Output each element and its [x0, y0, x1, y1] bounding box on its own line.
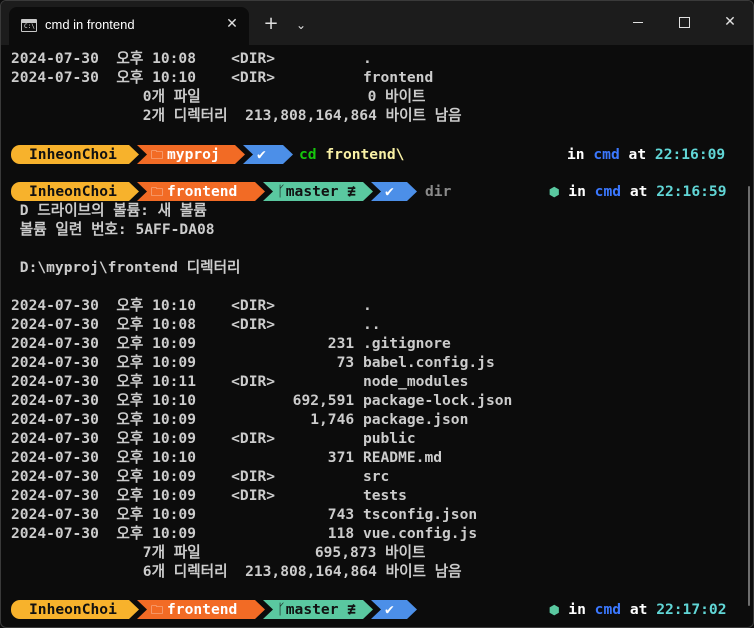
rp-time: 22:16:59 [656, 183, 727, 200]
minimize-button[interactable] [615, 1, 661, 45]
prompt-dir: myproj [167, 146, 220, 163]
prompt-line: InheonChoi 🗀 myproj ✔ cd frontend\ in cmd… [11, 145, 741, 164]
git-branch: master ≢ [285, 183, 357, 200]
rp-time: 22:16:09 [654, 146, 726, 163]
listing-row: 2024-07-30 오후 10:11 <DIR> node_modules [11, 373, 469, 390]
listing-row: 2024-07-30 오후 10:09 118 vue.config.js [11, 525, 478, 542]
rp-at: at [628, 146, 647, 163]
tab-title: cmd in frontend [45, 17, 135, 32]
cmd-terminal-icon: C:\ [21, 19, 37, 32]
folder-icon: 🗀 [151, 148, 164, 162]
nodejs-icon: ⬢ [549, 185, 560, 199]
prompt-user-segment: InheonChoi [11, 145, 139, 164]
listing-summary: 6개 디렉터리 213,808,164,864 바이트 남음 [11, 563, 462, 580]
prompt-line: InheonChoi 🗀 frontend ᚴmaster ≢ ✔ ⬢ in cm… [11, 600, 741, 619]
prompt-dir-segment: 🗀 frontend [137, 182, 265, 201]
rp-shell: cmd [594, 601, 622, 618]
maximize-icon [678, 16, 690, 28]
prompt-line: InheonChoi 🗀 frontend ᚴmaster ≢ ✔ dir ⬢ i… [11, 182, 741, 201]
command-name: cd [299, 146, 317, 163]
listing-row: 2024-07-30 오후 10:09 73 babel.config.js [11, 354, 495, 371]
folder-icon: 🗀 [151, 185, 164, 199]
prompt-user-segment: InheonChoi [11, 600, 139, 619]
prompt-status-segment: ✔ [371, 182, 417, 201]
listing-row: 2024-07-30 오후 10:10 371 README.md [11, 449, 443, 466]
rp-at: at [629, 183, 648, 200]
prompt-git-segment: ᚴmaster ≢ [263, 600, 373, 619]
prompt-command: dir [425, 182, 451, 201]
rp-shell: cmd [594, 183, 622, 200]
close-window-button[interactable]: ✕ [707, 1, 753, 45]
git-branch-icon: ᚴ [277, 183, 286, 200]
output-line: 2024-07-30 오후 10:08 <DIR> . [11, 50, 372, 67]
output-line: 볼륨 일련 번호: 5AFF-DA08 [11, 221, 215, 238]
rp-shell: cmd [593, 146, 620, 163]
prompt-status-segment: ✔ [243, 145, 293, 164]
tab-cmd-frontend[interactable]: C:\ cmd in frontend ✕ [9, 7, 249, 45]
rp-in: in [568, 601, 586, 618]
git-branch: master ≢ [285, 601, 357, 618]
prompt-dir: frontend [167, 183, 238, 200]
right-prompt: in cmd at 22:16:09 [567, 145, 725, 164]
chevron-down-icon[interactable]: ⌄ [289, 13, 313, 37]
command-argument: frontend\ [325, 146, 405, 163]
terminal-window: C:\ cmd in frontend ✕ + ⌄ ✕ 2024-07-30 오… [0, 0, 754, 628]
rp-in: in [567, 146, 585, 163]
listing-row: 2024-07-30 오후 10:09 <DIR> tests [11, 487, 407, 504]
command-name: dir [425, 183, 452, 200]
listing-row: 2024-07-30 오후 10:09 231 .gitignore [11, 335, 451, 352]
listing-row: 2024-07-30 오후 10:10 692,591 package-lock… [11, 392, 513, 409]
prompt-user-segment: InheonChoi [11, 182, 139, 201]
maximize-button[interactable] [661, 1, 707, 45]
listing-row: 2024-07-30 오후 10:09 <DIR> src [11, 468, 390, 485]
listing-row: 2024-07-30 오후 10:08 <DIR> .. [11, 316, 381, 333]
git-branch-icon: ᚴ [277, 601, 286, 618]
listing-row: 2024-07-30 오후 10:09 1,746 package.json [11, 411, 469, 428]
nodejs-icon: ⬢ [549, 603, 560, 617]
output-line: 0개 파일 0 바이트 [11, 88, 426, 105]
listing-summary: 7개 파일 695,873 바이트 [11, 544, 426, 561]
listing-row: 2024-07-30 오후 10:10 <DIR> . [11, 297, 372, 314]
prompt-command: cd frontend\ [299, 145, 404, 164]
prompt-status-segment: ✔ [371, 600, 417, 619]
rp-at: at [629, 601, 648, 618]
terminal-output[interactable]: 2024-07-30 오후 10:08 <DIR> . 2024-07-30 오… [1, 45, 739, 627]
prompt-dir: frontend [167, 601, 238, 618]
output-line: D 드라이브의 볼륨: 새 볼륨 [11, 202, 207, 219]
output-line: 2024-07-30 오후 10:10 <DIR> frontend [11, 69, 434, 86]
prompt-dir-segment: 🗀 myproj [137, 145, 245, 164]
rp-in: in [568, 183, 586, 200]
scrollbar[interactable] [748, 186, 750, 606]
title-bar: C:\ cmd in frontend ✕ + ⌄ ✕ [1, 1, 753, 45]
prompt-dir-segment: 🗀 frontend [137, 600, 265, 619]
right-prompt: ⬢ in cmd at 22:16:59 [549, 182, 726, 202]
rp-time: 22:17:02 [656, 601, 727, 618]
new-tab-icon[interactable]: + [259, 13, 283, 37]
prompt-git-segment: ᚴmaster ≢ [263, 182, 373, 201]
minimize-icon [633, 21, 643, 23]
close-tab-icon[interactable]: ✕ [223, 15, 241, 33]
output-line: 2개 디렉터리 213,808,164,864 바이트 남음 [11, 107, 462, 124]
folder-icon: 🗀 [151, 603, 164, 617]
output-line: D:\myproj\frontend 디렉터리 [11, 259, 241, 276]
listing-row: 2024-07-30 오후 10:09 743 tsconfig.json [11, 506, 478, 523]
right-prompt: ⬢ in cmd at 22:17:02 [549, 600, 726, 620]
listing-row: 2024-07-30 오후 10:09 <DIR> public [11, 430, 416, 447]
